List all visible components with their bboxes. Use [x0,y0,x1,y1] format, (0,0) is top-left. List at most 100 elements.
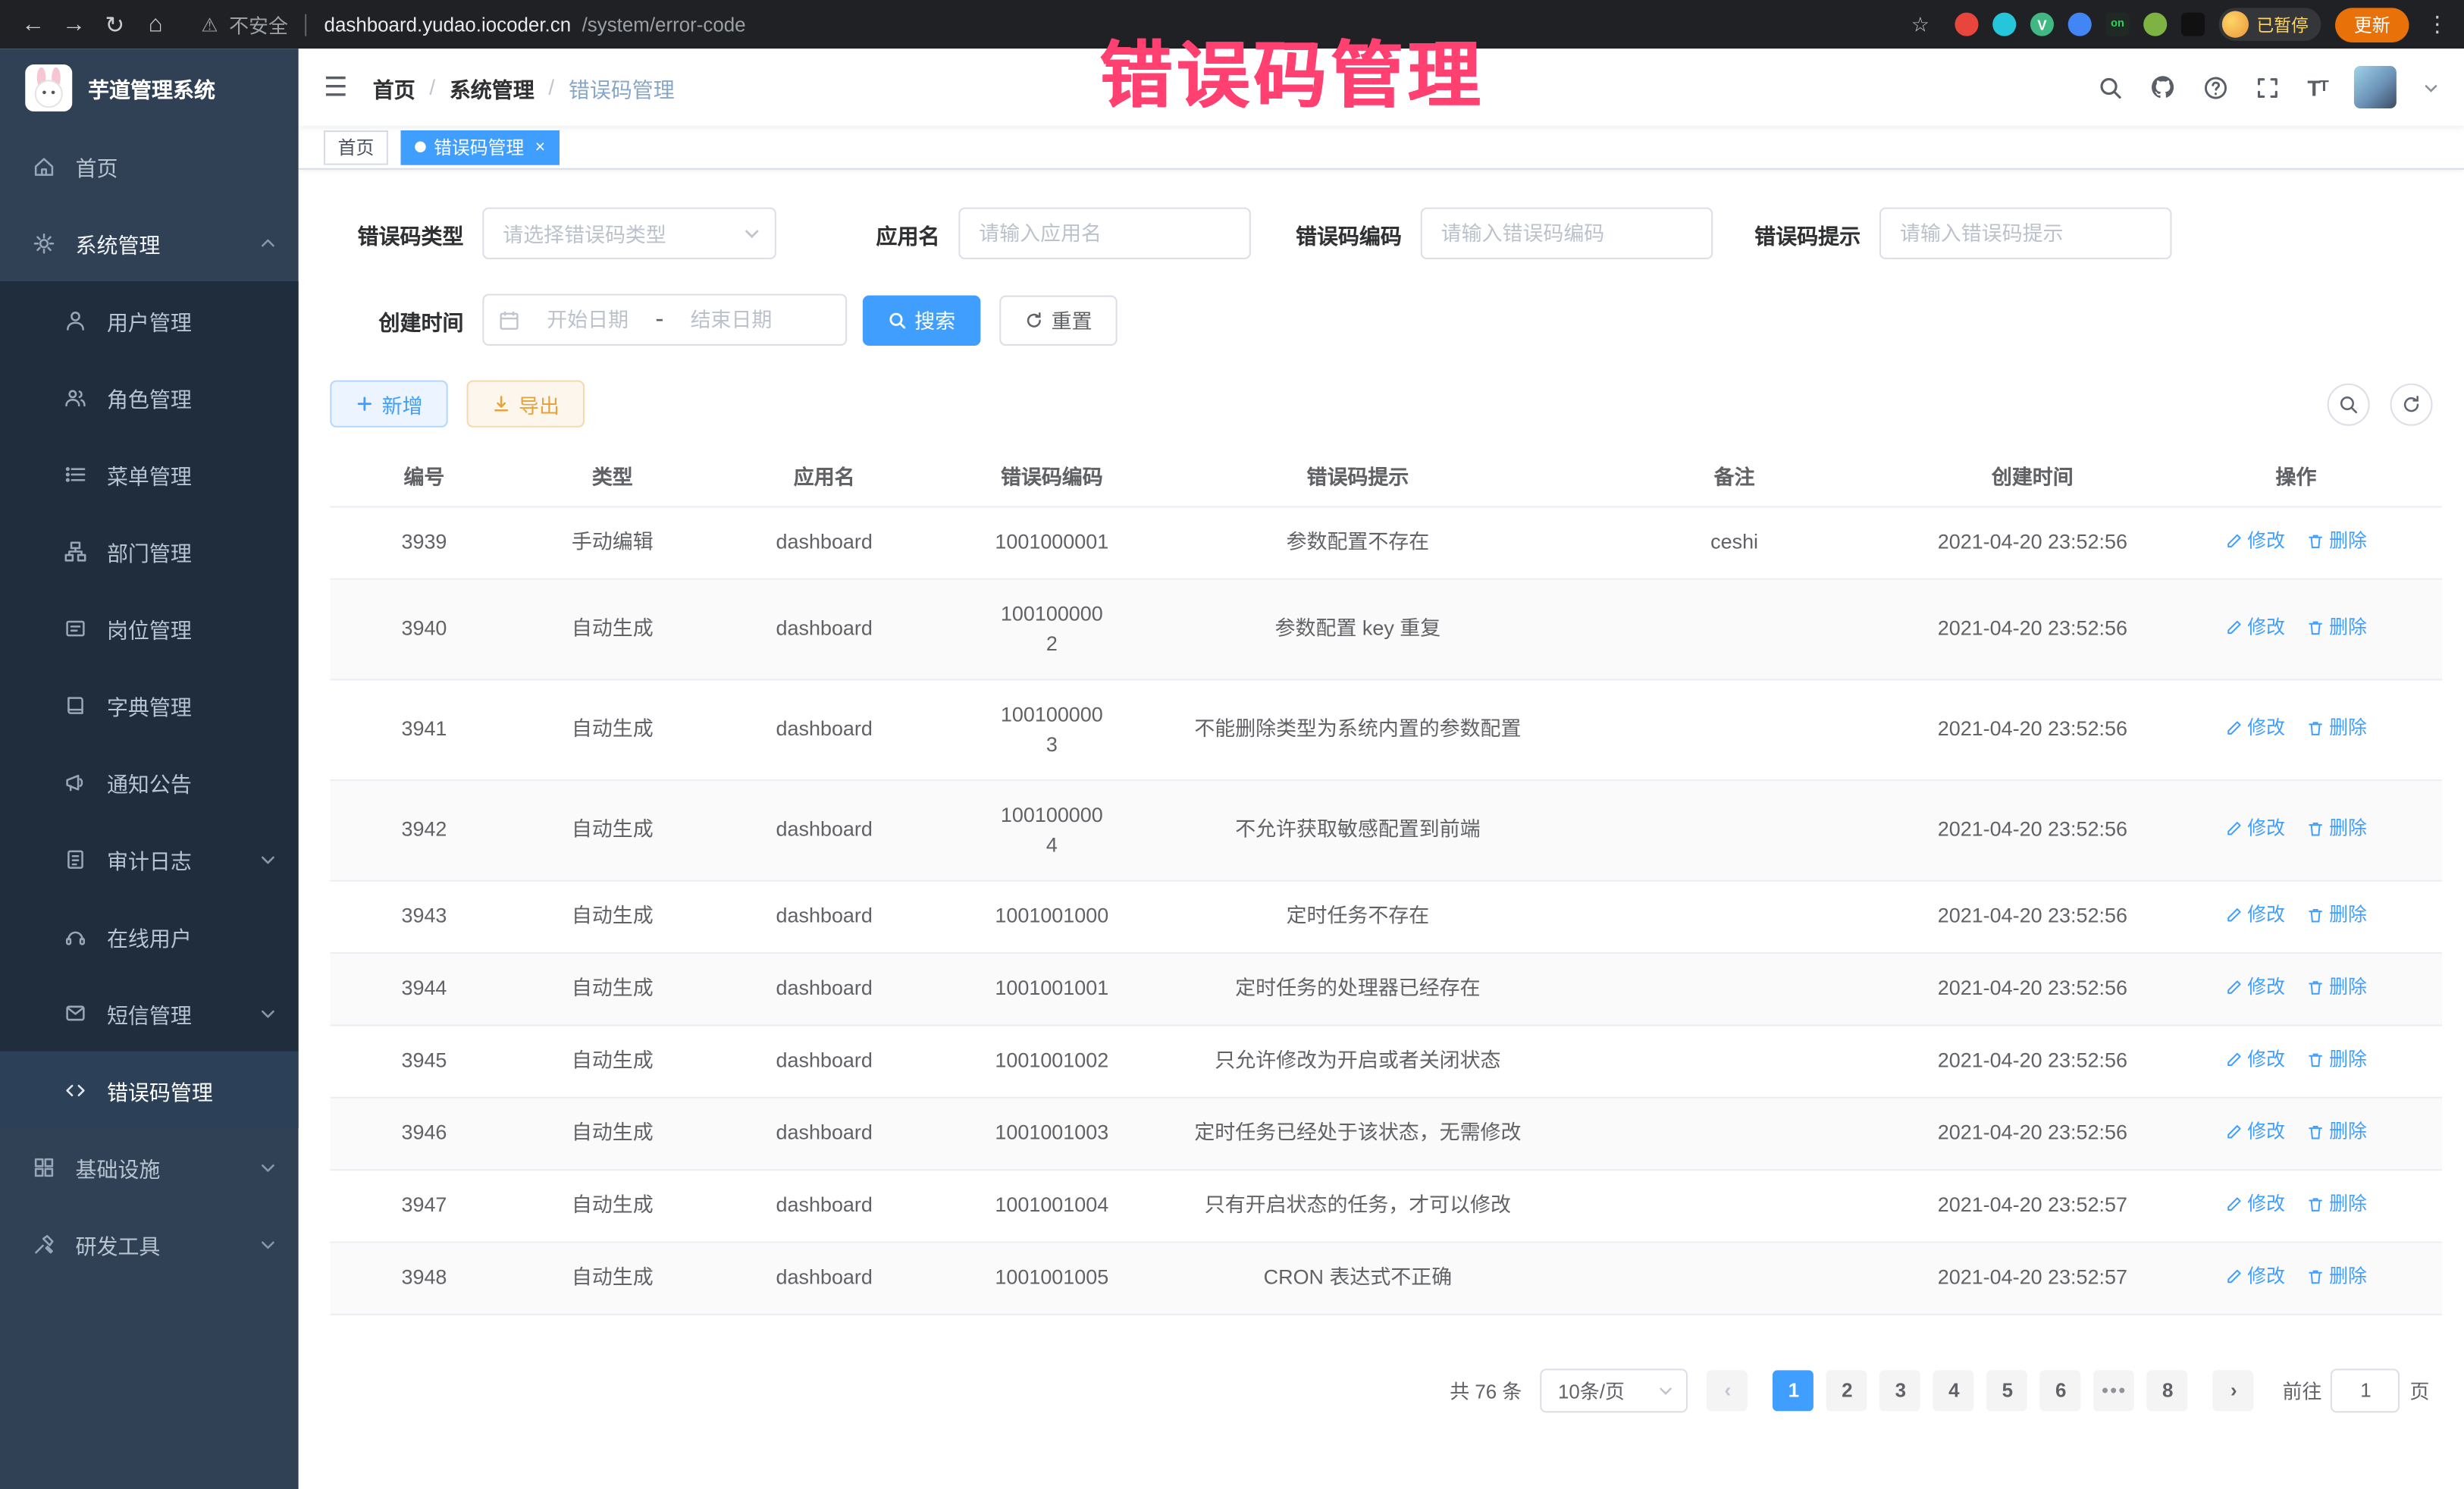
user-avatar[interactable] [2354,66,2397,108]
date-end-input[interactable] [670,308,793,331]
date-range-picker[interactable]: - [482,294,847,346]
edit-button[interactable]: 修改 [2225,713,2285,741]
sidebar-item-sms[interactable]: 短信管理 [0,974,299,1052]
page-button-1[interactable]: 1 [1773,1369,1814,1410]
back-icon[interactable]: ← [13,4,54,45]
delete-button[interactable]: 删除 [2307,713,2367,741]
prev-page-button[interactable]: ‹ [1707,1369,1748,1410]
page-button-6[interactable]: 6 [2040,1369,2081,1410]
code-input[interactable] [1421,208,1713,259]
edit-button[interactable]: 修改 [2225,814,2285,842]
sidebar-item-menu[interactable]: 菜单管理 [0,435,299,513]
delete-button-label: 删除 [2329,613,2367,641]
sidebar-item-dept[interactable]: 部门管理 [0,513,299,590]
page-button-8[interactable]: 8 [2147,1369,2188,1410]
edit-button[interactable]: 修改 [2225,1045,2285,1073]
edit-button[interactable]: 修改 [2225,1262,2285,1290]
sidebar-item-system[interactable]: 系统管理 [0,204,299,281]
fullscreen-icon[interactable] [2256,74,2281,99]
breadcrumb-system[interactable]: 系统管理 [450,71,534,102]
sidebar-item-user[interactable]: 用户管理 [0,281,299,359]
edit-button[interactable]: 修改 [2225,526,2285,554]
filter-row-1: 错误码类型 请选择错误码类型 应用名 错误码编码 [330,208,2442,259]
delete-button[interactable]: 删除 [2307,973,2367,1001]
delete-button[interactable]: 删除 [2307,1118,2367,1146]
sidebar-item-dict[interactable]: 字典管理 [0,666,299,744]
vue-devtools-icon[interactable]: V [2030,13,2054,36]
page-button-4[interactable]: 4 [1933,1369,1974,1410]
msg-input[interactable] [1879,208,2172,259]
edit-button[interactable]: 修改 [2225,1118,2285,1146]
goto-input[interactable] [2331,1368,2400,1412]
date-start-input[interactable] [526,308,649,331]
help-icon[interactable] [2204,74,2229,99]
extension-icon-green[interactable] [2143,13,2167,36]
page-ellipsis[interactable]: ••• [2094,1369,2135,1410]
extension-icon-blue[interactable] [2068,13,2092,36]
delete-button[interactable]: 删除 [2307,1045,2367,1073]
breadcrumb-separator: / [429,75,435,99]
delete-button[interactable]: 删除 [2307,1262,2367,1290]
page-button-2[interactable]: 2 [1826,1369,1867,1410]
reset-button[interactable]: 重置 [999,295,1117,345]
sidebar-item-role[interactable]: 角色管理 [0,359,299,436]
sidebar-item-online-user[interactable]: 在线用户 [0,898,299,975]
pinned-extension-icon[interactable] [2181,13,2205,36]
extension-icon-red[interactable] [1955,13,1978,36]
menu-list-icon [63,462,88,484]
sidebar-item-notice[interactable]: 通知公告 [0,743,299,820]
export-button[interactable]: 导出 [467,381,585,428]
sidebar-item-home[interactable]: 首页 [0,127,299,205]
tag-home[interactable]: 首页 [324,130,388,165]
sidebar-item-label: 首页 [75,150,118,181]
forward-icon[interactable]: → [53,4,94,45]
sidebar-item-error-code[interactable]: 错误码管理 [0,1052,299,1129]
delete-icon [2307,1123,2324,1140]
hamburger-icon[interactable]: ☰ [324,71,348,102]
page-button-5[interactable]: 5 [1987,1369,2028,1410]
font-size-icon[interactable]: TT [2307,74,2327,99]
profile-chip[interactable]: 已暂停 [2219,8,2321,41]
sidebar-item-dev-tools[interactable]: 研发工具 [0,1205,299,1283]
switch-extension-icon[interactable]: on [2105,13,2129,36]
chevron-down-icon[interactable] [2423,80,2439,96]
sidebar-item-audit-log[interactable]: 审计日志 [0,820,299,898]
search-icon[interactable] [2099,74,2124,99]
page-button-3[interactable]: 3 [1880,1369,1921,1410]
tags-bar: 首页 错误码管理 × [299,126,2464,170]
github-icon[interactable] [2150,74,2177,100]
breadcrumb-home[interactable]: 首页 [373,71,415,102]
cell-type: 自动生成 [519,882,707,950]
next-page-button[interactable]: › [2213,1369,2254,1410]
edit-button[interactable]: 修改 [2225,973,2285,1001]
home-icon[interactable]: ⌂ [135,4,176,45]
type-select[interactable]: 请选择错误码类型 [482,208,776,259]
app-input[interactable] [958,208,1251,259]
tag-close-icon[interactable]: × [535,137,545,156]
add-button[interactable]: 新增 [330,381,447,428]
sidebar-item-infra[interactable]: 基础设施 [0,1128,299,1205]
home-icon [31,155,56,177]
sidebar-item-post[interactable]: 岗位管理 [0,589,299,666]
extension-icon-teal[interactable] [1992,13,2016,36]
delete-button[interactable]: 删除 [2307,526,2367,554]
refresh-table-button[interactable] [2390,383,2433,425]
page-size-select[interactable]: 10条/页 [1541,1368,1688,1412]
edit-button[interactable]: 修改 [2225,613,2285,641]
edit-button[interactable]: 修改 [2225,901,2285,929]
bookmark-star-icon[interactable]: ☆ [1900,4,1941,45]
address-bar[interactable]: ⚠ 不安全 dashboard.yudao.iocoder.cn/system/… [201,9,1900,39]
delete-button-label: 删除 [2329,526,2367,554]
search-button[interactable]: 搜索 [863,295,980,345]
chevron-down-icon [259,1158,277,1176]
browser-menu-icon[interactable]: ⋮ [2423,11,2451,38]
reload-icon[interactable]: ↻ [94,4,135,45]
delete-button[interactable]: 删除 [2307,901,2367,929]
update-button[interactable]: 更新 [2335,7,2409,42]
toggle-search-button[interactable] [2328,383,2370,425]
delete-button[interactable]: 删除 [2307,613,2367,641]
tag-error-code[interactable]: 错误码管理 × [401,130,560,165]
edit-button[interactable]: 修改 [2225,1190,2285,1218]
delete-button[interactable]: 删除 [2307,1190,2367,1218]
delete-button[interactable]: 删除 [2307,814,2367,842]
